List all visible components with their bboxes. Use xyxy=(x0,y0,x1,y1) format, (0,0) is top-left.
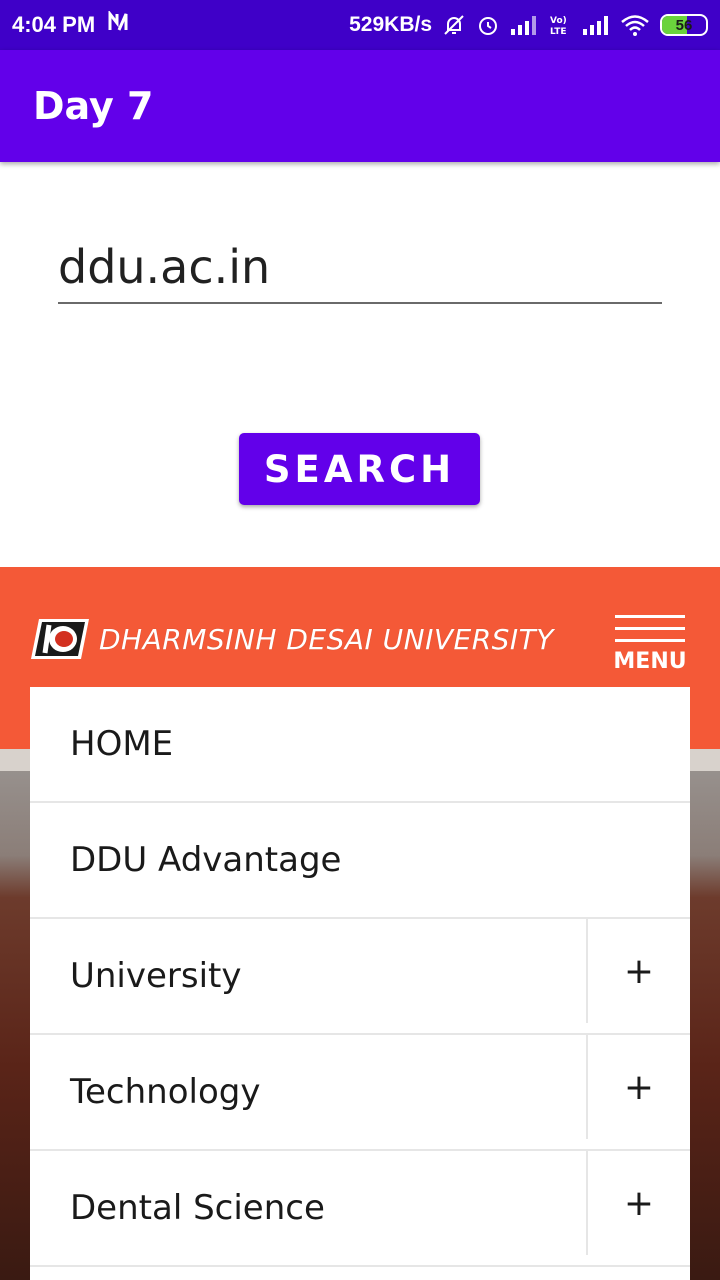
hamburger-menu-button[interactable]: MENU xyxy=(613,615,687,683)
search-button[interactable]: SEARCH xyxy=(239,433,480,505)
status-bar: 4:04 PM 529KB/s Vo) LTE 56 xyxy=(0,0,720,50)
svg-text:Vo): Vo) xyxy=(550,16,567,26)
wifi-icon xyxy=(620,13,650,37)
nav-item-technology[interactable]: Technology + xyxy=(30,1035,690,1151)
nav-item-label: Dental Science xyxy=(70,1188,325,1228)
site-name: DHARMSINH DESAI UNIVERSITY xyxy=(99,622,554,656)
app-title: Day 7 xyxy=(33,84,154,128)
url-input[interactable] xyxy=(58,232,662,304)
menu-label: MENU xyxy=(613,649,687,674)
nav-item-university[interactable]: University + xyxy=(30,919,690,1035)
nav-item-label: HOME xyxy=(70,724,174,764)
battery-icon: 56 xyxy=(660,14,708,36)
expand-plus-icon[interactable]: + xyxy=(586,919,690,1023)
alarm-icon xyxy=(476,13,500,37)
signal-icon xyxy=(510,14,538,36)
volte-icon: Vo) LTE xyxy=(548,13,572,37)
hamburger-icon xyxy=(615,615,685,618)
nav-menu: HOME DDU Advantage University + Technolo… xyxy=(30,687,690,1280)
webview[interactable]: DHARMSINH DESAI UNIVERSITY MENU HOME DDU… xyxy=(0,567,720,1280)
nav-item-home[interactable]: HOME xyxy=(30,687,690,803)
mute-bell-icon xyxy=(442,13,466,37)
notification-n-icon xyxy=(107,9,129,39)
signal-icon-2 xyxy=(582,14,610,36)
app-bar: Day 7 xyxy=(0,50,720,162)
site-logo[interactable]: DHARMSINH DESAI UNIVERSITY xyxy=(31,617,554,661)
battery-level: 56 xyxy=(675,16,693,34)
status-time: 4:04 PM xyxy=(12,12,96,37)
ddu-logo-icon xyxy=(31,617,89,661)
expand-plus-icon[interactable]: + xyxy=(586,1151,690,1255)
nav-item-label: DDU Advantage xyxy=(70,840,342,880)
svg-text:LTE: LTE xyxy=(550,27,567,37)
nav-item-ddu-advantage[interactable]: DDU Advantage xyxy=(30,803,690,919)
nav-item-dental-science[interactable]: Dental Science + xyxy=(30,1151,690,1267)
nav-item-label: Technology xyxy=(70,1072,261,1112)
network-speed: 529KB/s xyxy=(349,13,432,36)
nav-item-label: University xyxy=(70,956,242,996)
expand-plus-icon[interactable]: + xyxy=(586,1035,690,1139)
